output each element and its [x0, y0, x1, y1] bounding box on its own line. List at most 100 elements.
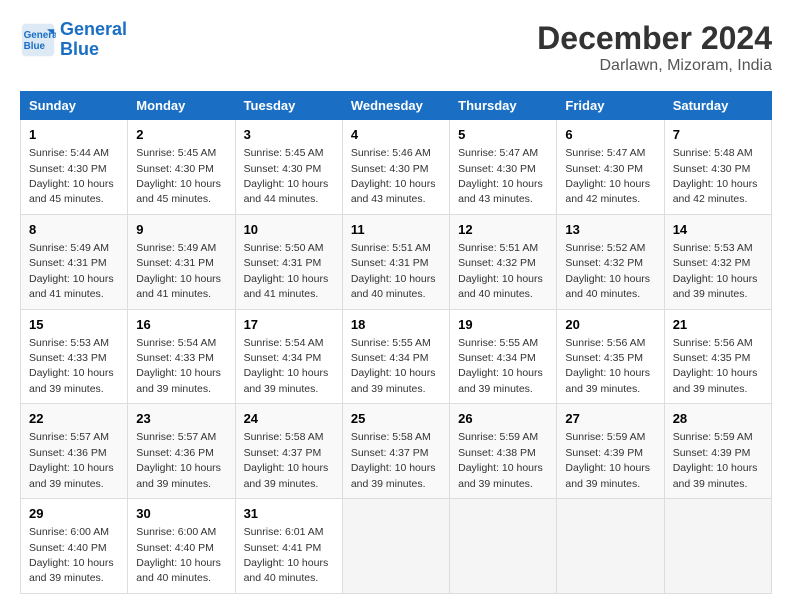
day-number: 14: [673, 221, 763, 239]
day-info: Sunrise: 6:01 AMSunset: 4:41 PMDaylight:…: [244, 526, 329, 584]
day-number: 17: [244, 316, 334, 334]
calendar-cell: 15 Sunrise: 5:53 AMSunset: 4:33 PMDaylig…: [21, 309, 128, 404]
calendar-cell: 2 Sunrise: 5:45 AMSunset: 4:30 PMDayligh…: [128, 120, 235, 215]
day-number: 2: [136, 126, 226, 144]
day-number: 31: [244, 505, 334, 523]
day-info: Sunrise: 5:59 AMSunset: 4:39 PMDaylight:…: [673, 431, 758, 489]
calendar-cell: 5 Sunrise: 5:47 AMSunset: 4:30 PMDayligh…: [450, 120, 557, 215]
calendar: SundayMondayTuesdayWednesdayThursdayFrid…: [20, 91, 772, 594]
day-number: 4: [351, 126, 441, 144]
day-info: Sunrise: 5:54 AMSunset: 4:34 PMDaylight:…: [244, 337, 329, 395]
calendar-cell: 1 Sunrise: 5:44 AMSunset: 4:30 PMDayligh…: [21, 120, 128, 215]
calendar-cell: 4 Sunrise: 5:46 AMSunset: 4:30 PMDayligh…: [342, 120, 449, 215]
day-number: 8: [29, 221, 119, 239]
day-info: Sunrise: 5:47 AMSunset: 4:30 PMDaylight:…: [458, 147, 543, 205]
calendar-header-row: SundayMondayTuesdayWednesdayThursdayFrid…: [21, 92, 772, 120]
header-thursday: Thursday: [450, 92, 557, 120]
day-number: 19: [458, 316, 548, 334]
day-number: 16: [136, 316, 226, 334]
subtitle: Darlawn, Mizoram, India: [537, 57, 772, 75]
calendar-cell: 20 Sunrise: 5:56 AMSunset: 4:35 PMDaylig…: [557, 309, 664, 404]
day-info: Sunrise: 5:49 AMSunset: 4:31 PMDaylight:…: [29, 242, 114, 300]
day-number: 5: [458, 126, 548, 144]
calendar-cell: 21 Sunrise: 5:56 AMSunset: 4:35 PMDaylig…: [664, 309, 771, 404]
day-info: Sunrise: 5:54 AMSunset: 4:33 PMDaylight:…: [136, 337, 221, 395]
day-number: 25: [351, 410, 441, 428]
day-info: Sunrise: 6:00 AMSunset: 4:40 PMDaylight:…: [29, 526, 114, 584]
day-number: 9: [136, 221, 226, 239]
day-number: 7: [673, 126, 763, 144]
header-wednesday: Wednesday: [342, 92, 449, 120]
day-number: 20: [565, 316, 655, 334]
day-number: 1: [29, 126, 119, 144]
header: General Blue GeneralBlue December 2024 D…: [20, 20, 772, 75]
day-number: 30: [136, 505, 226, 523]
day-info: Sunrise: 5:46 AMSunset: 4:30 PMDaylight:…: [351, 147, 436, 205]
day-number: 18: [351, 316, 441, 334]
day-number: 29: [29, 505, 119, 523]
calendar-cell: 6 Sunrise: 5:47 AMSunset: 4:30 PMDayligh…: [557, 120, 664, 215]
day-number: 22: [29, 410, 119, 428]
svg-text:Blue: Blue: [24, 41, 46, 52]
day-info: Sunrise: 5:59 AMSunset: 4:39 PMDaylight:…: [565, 431, 650, 489]
day-info: Sunrise: 5:56 AMSunset: 4:35 PMDaylight:…: [565, 337, 650, 395]
calendar-cell: 22 Sunrise: 5:57 AMSunset: 4:36 PMDaylig…: [21, 404, 128, 499]
calendar-cell: 9 Sunrise: 5:49 AMSunset: 4:31 PMDayligh…: [128, 214, 235, 309]
calendar-cell: 28 Sunrise: 5:59 AMSunset: 4:39 PMDaylig…: [664, 404, 771, 499]
day-number: 15: [29, 316, 119, 334]
day-info: Sunrise: 5:45 AMSunset: 4:30 PMDaylight:…: [244, 147, 329, 205]
day-info: Sunrise: 5:56 AMSunset: 4:35 PMDaylight:…: [673, 337, 758, 395]
day-info: Sunrise: 5:58 AMSunset: 4:37 PMDaylight:…: [244, 431, 329, 489]
title-area: December 2024 Darlawn, Mizoram, India: [537, 20, 772, 75]
header-tuesday: Tuesday: [235, 92, 342, 120]
header-monday: Monday: [128, 92, 235, 120]
calendar-cell: 31 Sunrise: 6:01 AMSunset: 4:41 PMDaylig…: [235, 499, 342, 594]
day-info: Sunrise: 5:48 AMSunset: 4:30 PMDaylight:…: [673, 147, 758, 205]
calendar-cell: [450, 499, 557, 594]
day-number: 21: [673, 316, 763, 334]
day-info: Sunrise: 5:53 AMSunset: 4:32 PMDaylight:…: [673, 242, 758, 300]
week-row-3: 15 Sunrise: 5:53 AMSunset: 4:33 PMDaylig…: [21, 309, 772, 404]
day-info: Sunrise: 5:47 AMSunset: 4:30 PMDaylight:…: [565, 147, 650, 205]
day-info: Sunrise: 5:50 AMSunset: 4:31 PMDaylight:…: [244, 242, 329, 300]
day-number: 24: [244, 410, 334, 428]
calendar-cell: 26 Sunrise: 5:59 AMSunset: 4:38 PMDaylig…: [450, 404, 557, 499]
day-number: 10: [244, 221, 334, 239]
calendar-cell: [557, 499, 664, 594]
day-info: Sunrise: 5:57 AMSunset: 4:36 PMDaylight:…: [29, 431, 114, 489]
logo-icon: General Blue: [20, 22, 56, 58]
day-info: Sunrise: 5:55 AMSunset: 4:34 PMDaylight:…: [351, 337, 436, 395]
day-number: 28: [673, 410, 763, 428]
calendar-cell: 24 Sunrise: 5:58 AMSunset: 4:37 PMDaylig…: [235, 404, 342, 499]
day-info: Sunrise: 5:49 AMSunset: 4:31 PMDaylight:…: [136, 242, 221, 300]
calendar-cell: 13 Sunrise: 5:52 AMSunset: 4:32 PMDaylig…: [557, 214, 664, 309]
calendar-cell: [664, 499, 771, 594]
logo: General Blue GeneralBlue: [20, 20, 127, 60]
logo-text: GeneralBlue: [60, 20, 127, 60]
header-sunday: Sunday: [21, 92, 128, 120]
calendar-cell: 18 Sunrise: 5:55 AMSunset: 4:34 PMDaylig…: [342, 309, 449, 404]
day-number: 11: [351, 221, 441, 239]
day-info: Sunrise: 5:51 AMSunset: 4:32 PMDaylight:…: [458, 242, 543, 300]
day-info: Sunrise: 5:53 AMSunset: 4:33 PMDaylight:…: [29, 337, 114, 395]
day-info: Sunrise: 5:57 AMSunset: 4:36 PMDaylight:…: [136, 431, 221, 489]
day-info: Sunrise: 5:58 AMSunset: 4:37 PMDaylight:…: [351, 431, 436, 489]
calendar-cell: 19 Sunrise: 5:55 AMSunset: 4:34 PMDaylig…: [450, 309, 557, 404]
day-info: Sunrise: 5:45 AMSunset: 4:30 PMDaylight:…: [136, 147, 221, 205]
day-info: Sunrise: 5:44 AMSunset: 4:30 PMDaylight:…: [29, 147, 114, 205]
day-number: 12: [458, 221, 548, 239]
calendar-cell: 17 Sunrise: 5:54 AMSunset: 4:34 PMDaylig…: [235, 309, 342, 404]
day-info: Sunrise: 5:59 AMSunset: 4:38 PMDaylight:…: [458, 431, 543, 489]
calendar-cell: 14 Sunrise: 5:53 AMSunset: 4:32 PMDaylig…: [664, 214, 771, 309]
calendar-cell: 30 Sunrise: 6:00 AMSunset: 4:40 PMDaylig…: [128, 499, 235, 594]
calendar-cell: 27 Sunrise: 5:59 AMSunset: 4:39 PMDaylig…: [557, 404, 664, 499]
calendar-cell: 3 Sunrise: 5:45 AMSunset: 4:30 PMDayligh…: [235, 120, 342, 215]
header-saturday: Saturday: [664, 92, 771, 120]
calendar-cell: 25 Sunrise: 5:58 AMSunset: 4:37 PMDaylig…: [342, 404, 449, 499]
day-info: Sunrise: 5:55 AMSunset: 4:34 PMDaylight:…: [458, 337, 543, 395]
day-info: Sunrise: 5:51 AMSunset: 4:31 PMDaylight:…: [351, 242, 436, 300]
week-row-4: 22 Sunrise: 5:57 AMSunset: 4:36 PMDaylig…: [21, 404, 772, 499]
calendar-cell: 23 Sunrise: 5:57 AMSunset: 4:36 PMDaylig…: [128, 404, 235, 499]
calendar-cell: 11 Sunrise: 5:51 AMSunset: 4:31 PMDaylig…: [342, 214, 449, 309]
week-row-2: 8 Sunrise: 5:49 AMSunset: 4:31 PMDayligh…: [21, 214, 772, 309]
